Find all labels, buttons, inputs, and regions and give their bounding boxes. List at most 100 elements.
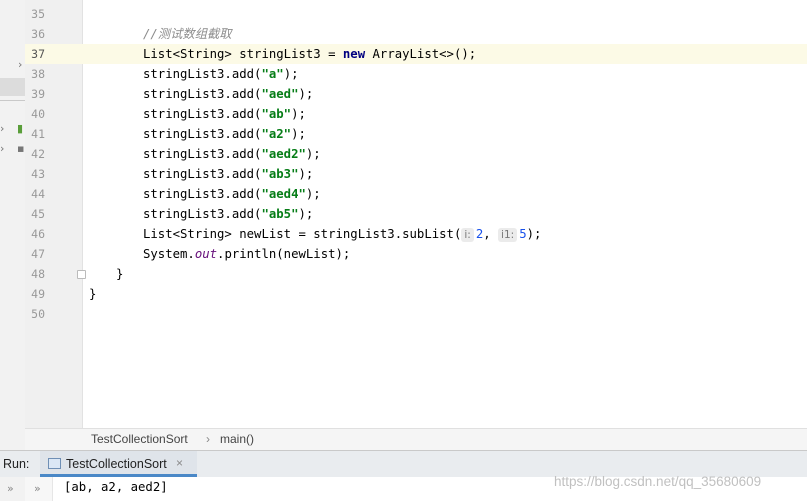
keyword: new [342,47,366,61]
code-line[interactable]: 35 [25,4,807,24]
close-icon[interactable]: × [176,456,183,470]
panel-separator [0,100,25,101]
code-text: stringList3.add("ab3"); [143,164,313,184]
selected-tree-row[interactable] [0,78,25,96]
run-label: Run: [3,457,30,471]
code-part: System. [143,247,195,261]
code-line[interactable]: 48 } [25,264,807,284]
output-text: [ab, a2, aed2] [64,480,168,494]
code-line[interactable]: 49 } [25,284,807,304]
code-part: stringList3.add( [143,87,262,101]
more-actions-icon[interactable]: » [34,482,41,495]
code-text: List<String> newList = stringList3.subLi… [143,224,541,244]
code-part: stringList3.add( [143,127,262,141]
collapse-icon[interactable]: › [18,58,22,71]
code-line[interactable]: 39 stringList3.add("aed"); [25,84,807,104]
code-part: stringList3.add( [143,147,262,161]
code-line[interactable]: 41 stringList3.add("a2"); [25,124,807,144]
breadcrumb-method[interactable]: main() [220,429,254,450]
code-text: stringList3.add("a"); [143,64,299,84]
code-part: ); [291,127,306,141]
code-part: ); [291,107,306,121]
code-part: .println(newList); [217,247,351,261]
line-number: 42 [31,147,45,161]
code-line[interactable]: 40 stringList3.add("ab"); [25,104,807,124]
breadcrumb-separator-icon: › [206,432,210,446]
code-line[interactable]: 50 [25,304,807,324]
line-number: 40 [31,107,45,121]
code-part: ); [526,227,542,241]
code-part: stringList3.add( [143,207,262,221]
console-actions: » [25,477,53,501]
line-number: 43 [31,167,45,181]
code-part: stringList3.add( [143,187,262,201]
parameter-hint: i: [461,228,474,242]
string-literal: "aed4" [261,187,306,201]
string-literal: "ab3" [261,167,299,181]
code-text: List<String> stringList3 = new ArrayList… [143,44,476,64]
line-number: 44 [31,187,45,201]
code-text: stringList3.add("aed2"); [143,144,321,164]
line-number: 41 [31,127,45,141]
code-line[interactable]: 46 List<String> newList = stringList3.su… [25,224,807,244]
expand-arrow-icon[interactable]: › [0,122,4,135]
parameter-hint: i1: [498,228,518,242]
number-literal: 5 [519,227,527,241]
line-number: 50 [31,307,45,321]
line-number: 48 [31,267,45,281]
code-text: stringList3.add("ab5"); [143,204,313,224]
run-tab[interactable]: TestCollectionSort × [40,451,197,477]
code-line[interactable]: 45 stringList3.add("ab5"); [25,204,807,224]
breadcrumb-class[interactable]: TestCollectionSort [91,429,188,450]
code-part: stringList3.add( [143,107,262,121]
code-part: ); [283,67,299,81]
code-part: ); [298,87,314,101]
project-panel-edge: › › ▮ › ▪ [0,0,25,450]
code-part: List<String> stringList3 = [143,47,343,61]
code-part: stringList3.add( [143,67,262,81]
line-number: 38 [31,67,45,81]
code-part: ArrayList<>(); [365,47,477,61]
code-part: stringList3.add( [143,167,262,181]
code-line[interactable]: 44 stringList3.add("aed4"); [25,184,807,204]
expand-arrow-icon[interactable]: › [0,142,4,155]
line-number: 36 [31,27,45,41]
line-number: 46 [31,227,45,241]
code-line[interactable]: 43 stringList3.add("ab3"); [25,164,807,184]
fold-marker-icon[interactable] [77,270,86,279]
code-text: stringList3.add("aed4"); [143,184,321,204]
module-icon: ▪ [17,142,25,155]
library-icon: ▮ [17,122,24,135]
line-number: 39 [31,87,45,101]
code-text: } [116,267,124,281]
code-text: stringList3.add("aed"); [143,84,313,104]
code-part: ); [305,147,321,161]
code-line[interactable]: 38 stringList3.add("a"); [25,64,807,84]
string-literal: "ab5" [261,207,299,221]
code-text: System.out.println(newList); [143,244,350,264]
breadcrumb: TestCollectionSort › main() [25,428,807,451]
code-text: stringList3.add("ab"); [143,104,306,124]
run-tab-title: TestCollectionSort [66,457,167,471]
code-line[interactable]: 42 stringList3.add("aed2"); [25,144,807,164]
console-icon [48,458,61,469]
code-part: List<String> newList = stringList3.subLi… [143,227,462,241]
string-literal: "a" [261,67,284,81]
static-field: out [194,247,218,261]
line-number: 45 [31,207,45,221]
code-line-active[interactable]: 37 List<String> stringList3 = new ArrayL… [25,44,807,64]
code-part: ); [298,207,314,221]
code-part: ); [305,187,321,201]
code-line[interactable]: 36 //测试数组截取 [25,24,807,44]
comment: //测试数组截取 [143,27,232,41]
line-number: 49 [31,287,45,301]
console-toolbar: » [0,477,25,501]
code-line[interactable]: 47 System.out.println(newList); [25,244,807,264]
code-text: } [89,287,97,301]
string-literal: "a2" [261,127,292,141]
string-literal: "aed" [261,87,299,101]
code-part: ); [298,167,314,181]
more-actions-icon[interactable]: » [7,482,14,495]
code-text: stringList3.add("a2"); [143,124,306,144]
line-number: 35 [31,7,45,21]
